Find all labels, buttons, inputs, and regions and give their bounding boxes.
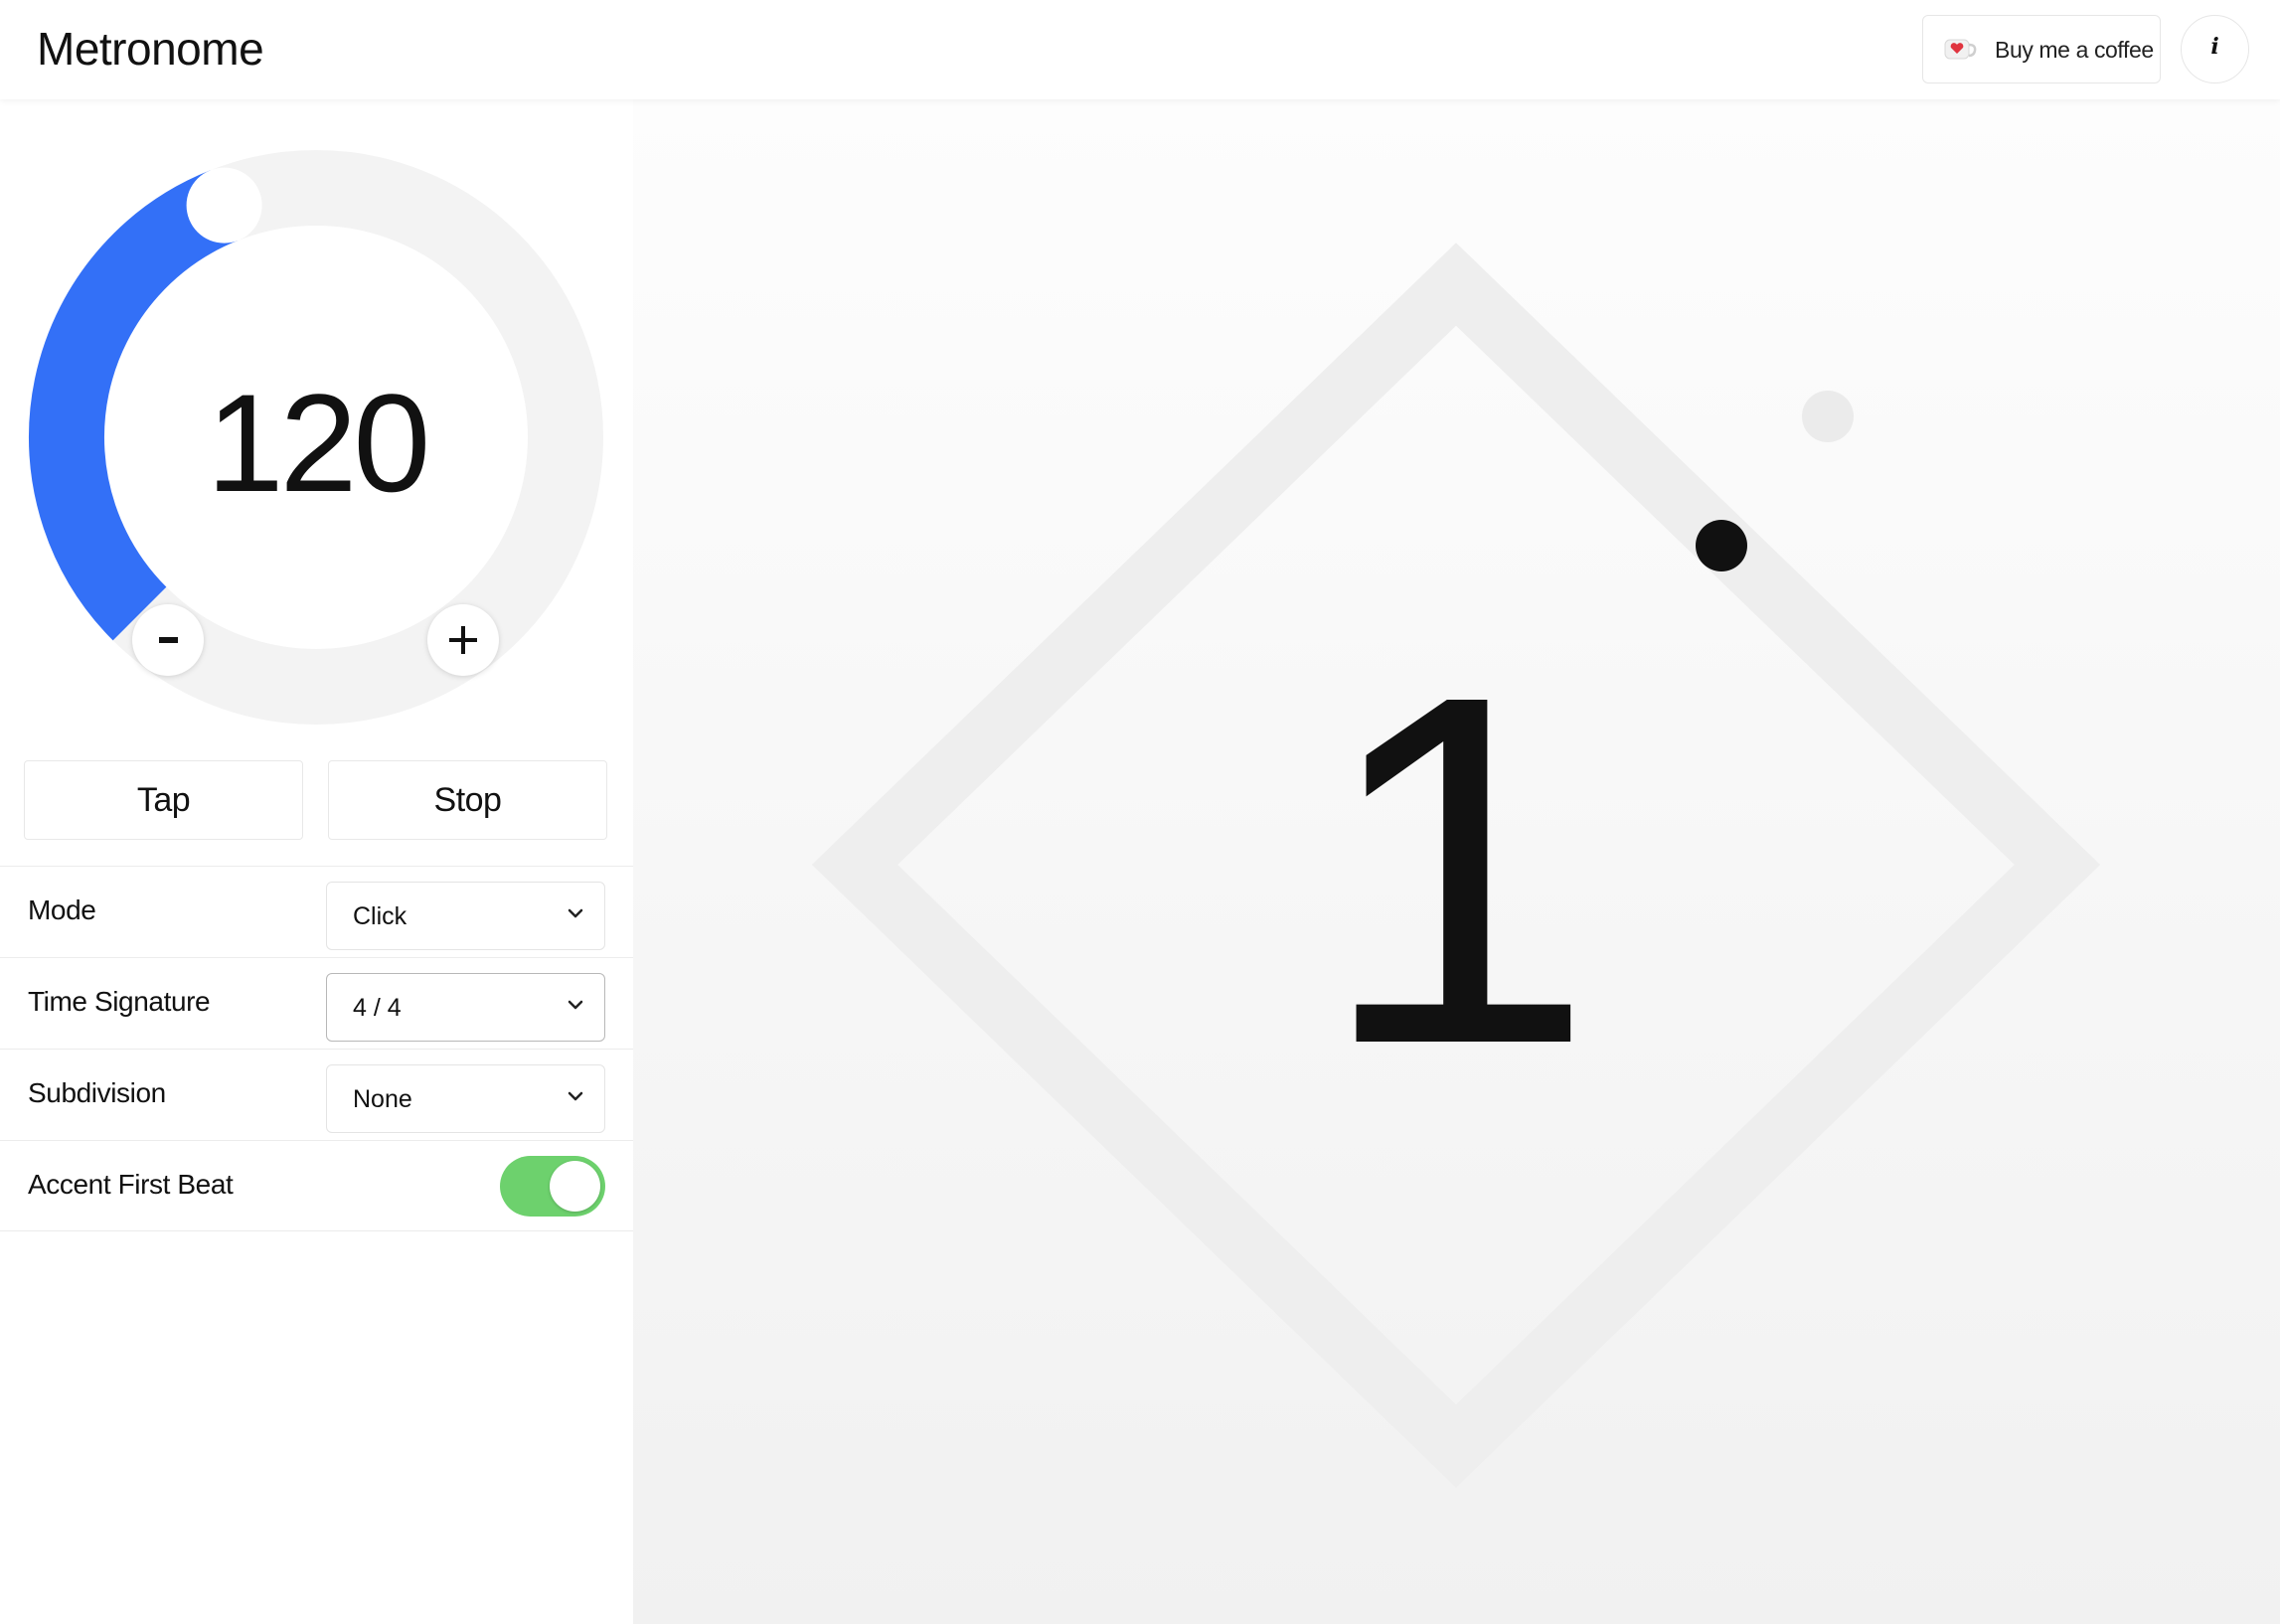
coffee-cup-heart-icon [1944, 39, 1977, 60]
mode-select-value: Click [353, 902, 407, 930]
time-signature-row: Time Signature 4 / 4 [0, 957, 633, 1049]
time-signature-label: Time Signature [28, 986, 211, 1017]
buy-me-a-coffee-button[interactable]: Buy me a coffee [1922, 15, 2161, 83]
chevron-down-icon [568, 1000, 583, 1010]
mode-label: Mode [28, 894, 96, 925]
tempo-dial-handle[interactable] [186, 167, 262, 244]
beat-dot-inactive [1802, 391, 1854, 442]
subdivision-label: Subdivision [28, 1077, 166, 1108]
time-signature-select[interactable]: 4 / 4 [326, 973, 605, 1042]
accent-first-beat-row: Accent First Beat [0, 1140, 633, 1231]
current-beat-number: 1 [1318, 591, 1595, 1147]
buy-me-a-coffee-label: Buy me a coffee [1995, 37, 2154, 63]
tempo-decrement-button[interactable] [132, 604, 204, 676]
toggle-knob [550, 1161, 600, 1212]
plus-icon [449, 626, 477, 654]
app-header: Metronome Buy me a coffee i [0, 0, 2280, 99]
minus-icon [159, 637, 178, 643]
bpm-value: 120 [206, 365, 431, 521]
beat-dot-active [1696, 520, 1747, 571]
info-button[interactable]: i [2181, 15, 2249, 83]
accent-first-beat-toggle[interactable] [500, 1156, 605, 1217]
app-title: Metronome [37, 23, 264, 75]
tempo-increment-button[interactable] [427, 604, 499, 676]
beat-visualizer: 1 [633, 99, 2280, 1624]
accent-first-beat-label: Accent First Beat [28, 1169, 234, 1200]
mode-select[interactable]: Click [326, 882, 605, 950]
subdivision-select[interactable]: None [326, 1064, 605, 1133]
time-signature-select-value: 4 / 4 [353, 994, 402, 1022]
subdivision-row: Subdivision None [0, 1049, 633, 1140]
chevron-down-icon [568, 1091, 583, 1101]
tap-button[interactable]: Tap [24, 760, 303, 840]
subdivision-select-value: None [353, 1085, 412, 1113]
chevron-down-icon [568, 908, 583, 918]
control-panel: 120 Tap Stop Mode Click Time Signature 4… [0, 99, 633, 1624]
stop-button[interactable]: Stop [328, 760, 607, 840]
info-icon: i [2210, 34, 2219, 60]
mode-row: Mode Click [0, 866, 633, 957]
